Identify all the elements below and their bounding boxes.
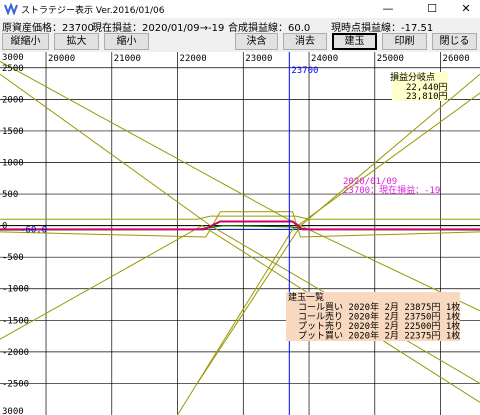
window-title: ストラテジー表示 Ver.2016/01/06 [21,6,165,16]
expand-button[interactable]: 拡大 [54,33,99,50]
x-tick-label: 20000 [48,54,75,64]
y-tick-label: -2000 [2,348,29,358]
y-tick-label: -1000 [2,285,29,295]
chart-marks [0,52,480,415]
y-tick-label: -1500 [2,316,29,326]
strategy-window: ストラテジー表示 Ver.2016/01/06 — ☐ ✕ 原資産価格：2370… [0,0,480,415]
breakeven-value: 23,810円 [406,91,448,102]
print-button[interactable]: 印刷 [382,33,427,50]
position-row: コール買い 2020年 2月 23875円 1枚 [298,301,460,313]
y-tick-label: -2500 [2,379,29,389]
option-leg-line [0,215,480,220]
x-tick-label: 26000 [443,54,470,64]
y-tick-label: -500 [2,253,24,263]
y-top-clip-label: 3000 [2,53,24,63]
shrink-button[interactable]: 縮小 [104,33,149,50]
level-label: -60.0 [20,225,47,235]
x-tick-label: 24000 [311,54,338,64]
x-tick-label: 23000 [245,54,272,64]
position-button[interactable]: 建玉 [332,33,377,50]
option-leg-line [0,211,480,238]
erase-button[interactable]: 消去 [283,33,327,50]
y-tick-label: 500 [2,190,18,200]
position-list-title: 建玉一覧 [288,291,324,303]
current-price-label: 23700 [291,66,318,76]
option-leg-line [177,92,480,415]
close-window-button[interactable]: ✕ [452,0,480,18]
position-row: プット買い 2020年 2月 22375円 1枚 [298,330,460,342]
y-bottom-clip-label: 3000 [2,407,24,415]
y-tick-label: 2500 [2,64,24,74]
shrink-vertical-button[interactable]: 縦縮小 [2,33,49,50]
y-tick-label: 1000 [2,158,24,168]
position-row: プット売り 2020年 2月 22500円 1枚 [298,320,460,332]
y-tick-label: 2000 [2,95,24,105]
settle-button[interactable]: 決含 [235,33,278,50]
x-tick-label: 22000 [180,54,207,64]
app-logo-icon [4,3,18,15]
y-tick-label: 0 [2,222,7,232]
minimize-button[interactable]: — [374,0,402,18]
position-row: コール売り 2020年 2月 23750円 1枚 [298,311,460,323]
y-tick-label: 1500 [2,127,24,137]
info-bar: 原資産価格：23700 現在損益：2020/01/09→-19 合成損益線：60… [0,18,480,34]
x-tick-label: 21000 [114,54,141,64]
payoff-chart: 20000 21000 22000 23000 24000 25000 2600025002… [0,52,480,415]
toolbar: 縦縮小 拡大 縮小 決含 消去 建玉 印刷 閉じる [0,32,480,52]
close-button[interactable]: 閉じる [432,33,477,50]
current-note-text: 23700：現在損益：-19 [343,184,440,196]
title-bar: ストラテジー表示 Ver.2016/01/06 — ☐ ✕ [0,0,480,18]
x-tick-label: 25000 [377,54,404,64]
breakeven-title: 損益分岐点 [390,71,435,83]
maximize-button[interactable]: ☐ [418,0,446,18]
